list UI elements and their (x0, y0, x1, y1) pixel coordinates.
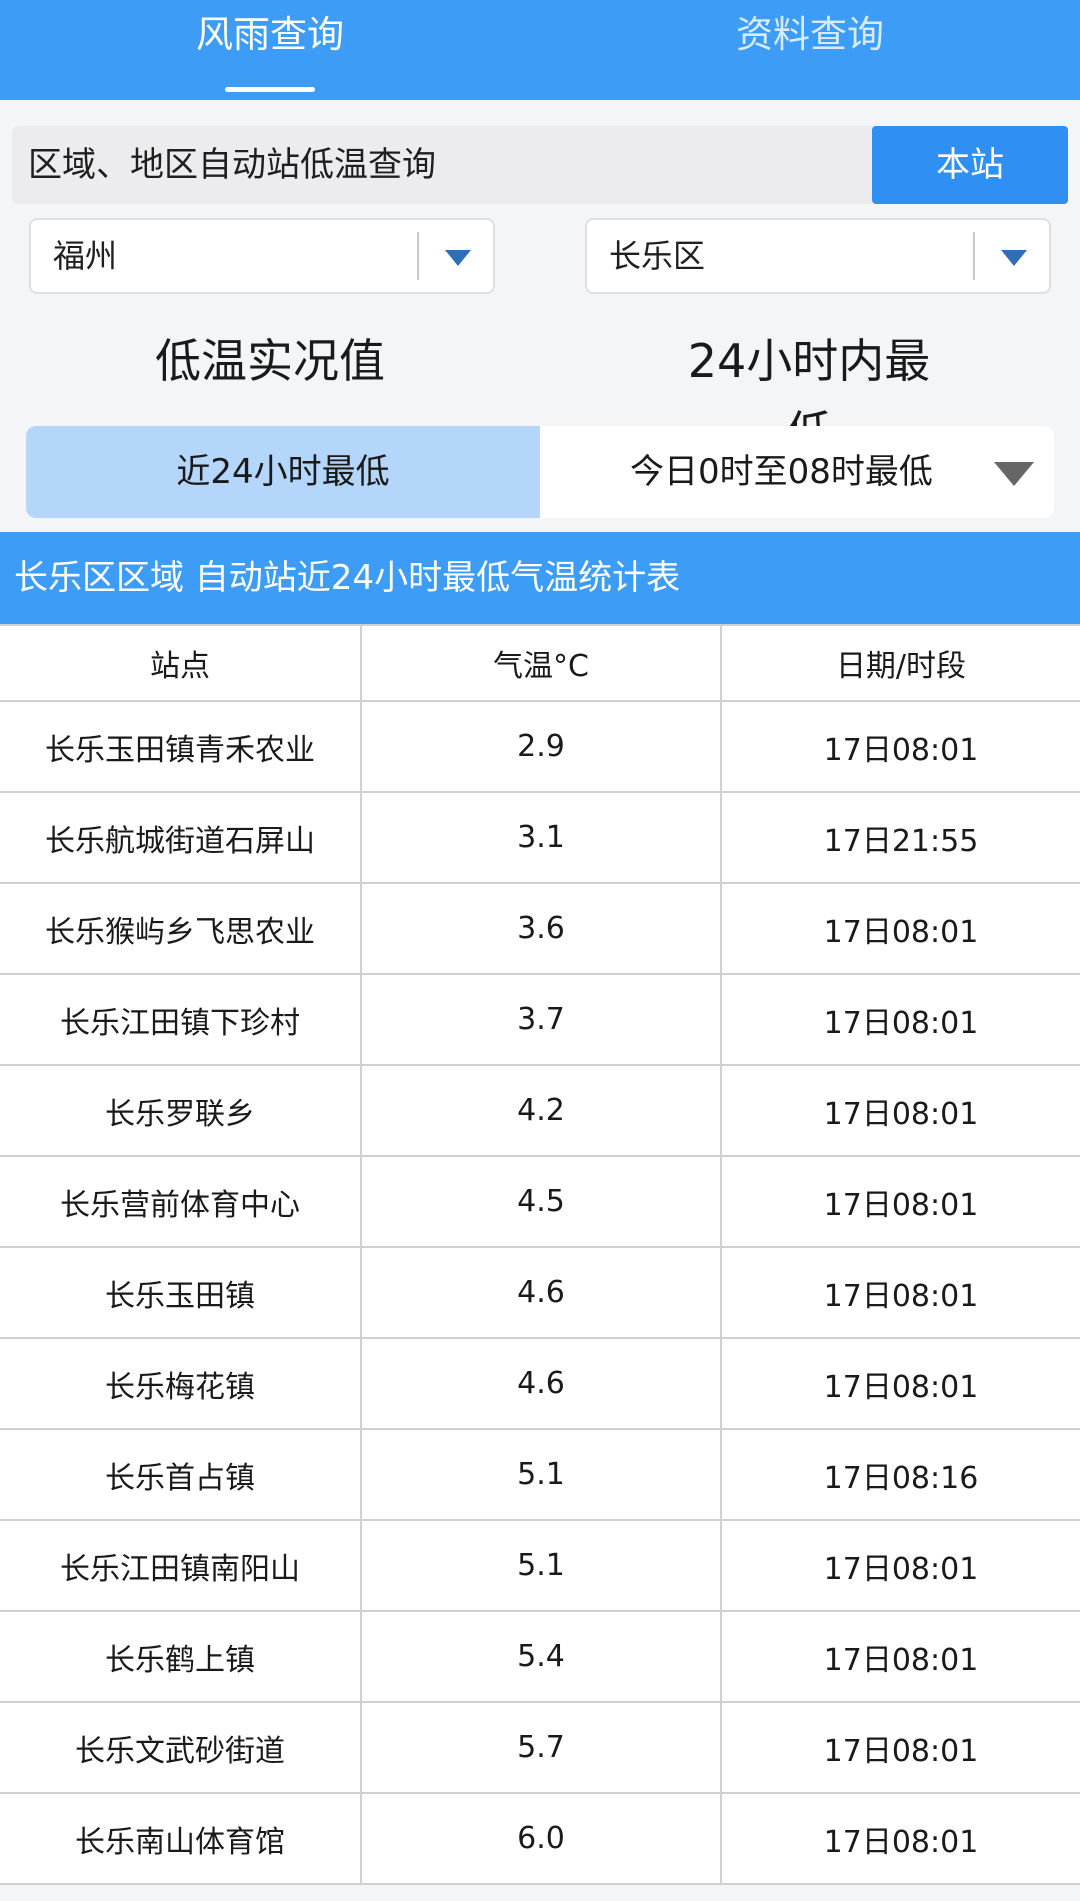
table-row[interactable]: 长乐江田镇南阳山 5.1 17日08:01 (0, 1519, 1080, 1612)
tab-data-query[interactable]: 资料查询 (540, 0, 1080, 100)
table-row[interactable]: 长乐罗联乡 4.2 17日08:01 (0, 1064, 1080, 1157)
temperature-cell: 5.1 (360, 1519, 722, 1612)
range-option-last-24h-label: 近24小时最低 (176, 452, 390, 492)
chevron-down-icon (445, 250, 471, 266)
chevron-down-icon (1001, 250, 1027, 266)
temperature-cell: 4.6 (360, 1337, 722, 1430)
temperature-cell: 5.1 (360, 1428, 722, 1521)
this-station-button[interactable]: 本站 (872, 126, 1068, 204)
station-name-cell: 长乐玉田镇 (0, 1246, 362, 1339)
date-time-cell: 17日08:01 (720, 1337, 1080, 1430)
mode-tabs: 低温实况值 24小时内最低 (0, 325, 1080, 483)
temperature-cell: 4.5 (360, 1155, 722, 1248)
table-row[interactable]: 长乐营前体育中心 4.5 17日08:01 (0, 1155, 1080, 1248)
table-row[interactable]: 长乐文武砂街道 5.7 17日08:01 (0, 1701, 1080, 1794)
tab-low-temp-live[interactable]: 低温实况值 (150, 325, 390, 397)
date-time-cell: 17日08:01 (720, 973, 1080, 1066)
range-option-today-0-8-label: 今日0时至08时最低 (630, 452, 933, 492)
station-name-cell: 长乐玉田镇青禾农业 (0, 700, 362, 793)
temperature-cell: 6.0 (360, 1792, 722, 1885)
station-name-cell: 长乐首占镇 (0, 1428, 362, 1521)
temperature-cell: 2.9 (360, 700, 722, 793)
tab-low-temp-live-label: 低温实况值 (155, 334, 385, 388)
table-row[interactable]: 长乐猴屿乡飞思农业 3.6 17日08:01 (0, 882, 1080, 975)
tab-data-query-label: 资料查询 (736, 13, 884, 56)
tab-wind-rain-query-label: 风雨查询 (196, 13, 344, 56)
station-name-cell: 长乐营前体育中心 (0, 1155, 362, 1248)
table-row[interactable]: 长乐玉田镇青禾农业 2.9 17日08:01 (0, 700, 1080, 793)
station-name-cell: 长乐鹤上镇 (0, 1610, 362, 1703)
temperature-cell: 4.2 (360, 1064, 722, 1157)
top-tab-bar: 风雨查询 资料查询 (0, 0, 1080, 100)
station-name-cell: 长乐罗联乡 (0, 1064, 362, 1157)
range-option-last-24h[interactable]: 近24小时最低 (26, 426, 540, 518)
date-time-cell: 17日08:01 (720, 882, 1080, 975)
header-date-time: 日期/时段 (720, 624, 1080, 702)
table-title: 长乐区区域 自动站近24小时最低气温统计表 (0, 532, 1080, 624)
table-header-row: 站点 气温°C 日期/时段 (0, 624, 1080, 702)
table-row[interactable]: 长乐江田镇下珍村 3.7 17日08:01 (0, 973, 1080, 1066)
date-time-cell: 17日08:01 (720, 1610, 1080, 1703)
table-row[interactable]: 长乐玉田镇 4.6 17日08:01 (0, 1246, 1080, 1339)
low-temp-table: 站点 气温°C 日期/时段 长乐玉田镇青禾农业 2.9 17日08:01 长乐航城街道… (0, 624, 1080, 1885)
date-time-cell: 17日08:01 (720, 1519, 1080, 1612)
date-time-cell: 17日08:01 (720, 1155, 1080, 1248)
select-divider (973, 232, 975, 280)
temperature-cell: 3.1 (360, 791, 722, 884)
query-title: 区域、地区自动站低温查询 (12, 126, 872, 204)
tab-wind-rain-query[interactable]: 风雨查询 (0, 0, 540, 100)
station-name-cell: 长乐航城街道石屏山 (0, 791, 362, 884)
city-select-value: 福州 (53, 237, 118, 275)
station-name-cell: 长乐江田镇南阳山 (0, 1519, 362, 1612)
district-select-value: 长乐区 (609, 237, 706, 275)
table-row[interactable]: 长乐航城街道石屏山 3.1 17日21:55 (0, 791, 1080, 884)
date-time-cell: 17日08:01 (720, 1792, 1080, 1885)
query-row: 区域、地区自动站低温查询 本站 (12, 126, 1068, 204)
district-select[interactable]: 长乐区 (585, 218, 1051, 294)
date-time-cell: 17日08:01 (720, 700, 1080, 793)
time-range-toggle: 近24小时最低 今日0时至08时最低 (26, 426, 1054, 518)
station-name-cell: 长乐猴屿乡飞思农业 (0, 882, 362, 975)
temperature-cell: 3.7 (360, 973, 722, 1066)
station-name-cell: 长乐江田镇下珍村 (0, 973, 362, 1066)
date-time-cell: 17日21:55 (720, 791, 1080, 884)
station-name-cell: 长乐南山体育馆 (0, 1792, 362, 1885)
active-tab-indicator (225, 87, 315, 92)
city-select[interactable]: 福州 (29, 218, 495, 294)
temperature-cell: 4.6 (360, 1246, 722, 1339)
header-temperature: 气温°C (360, 624, 722, 702)
range-option-today-0-8[interactable]: 今日0时至08时最低 (540, 426, 1054, 518)
table-row[interactable]: 长乐首占镇 5.1 17日08:16 (0, 1428, 1080, 1521)
station-name-cell: 长乐文武砂街道 (0, 1701, 362, 1794)
date-time-cell: 17日08:01 (720, 1064, 1080, 1157)
temperature-cell: 5.7 (360, 1701, 722, 1794)
temperature-cell: 3.6 (360, 882, 722, 975)
date-time-cell: 17日08:01 (720, 1701, 1080, 1794)
station-name-cell: 长乐梅花镇 (0, 1337, 362, 1430)
select-divider (417, 232, 419, 280)
date-time-cell: 17日08:16 (720, 1428, 1080, 1521)
date-time-cell: 17日08:01 (720, 1246, 1080, 1339)
temperature-cell: 5.4 (360, 1610, 722, 1703)
table-row[interactable]: 长乐梅花镇 4.6 17日08:01 (0, 1337, 1080, 1430)
table-row[interactable]: 长乐南山体育馆 6.0 17日08:01 (0, 1792, 1080, 1885)
header-station: 站点 (0, 624, 362, 702)
table-row[interactable]: 长乐鹤上镇 5.4 17日08:01 (0, 1610, 1080, 1703)
dropdown-triangle-icon (994, 462, 1034, 486)
